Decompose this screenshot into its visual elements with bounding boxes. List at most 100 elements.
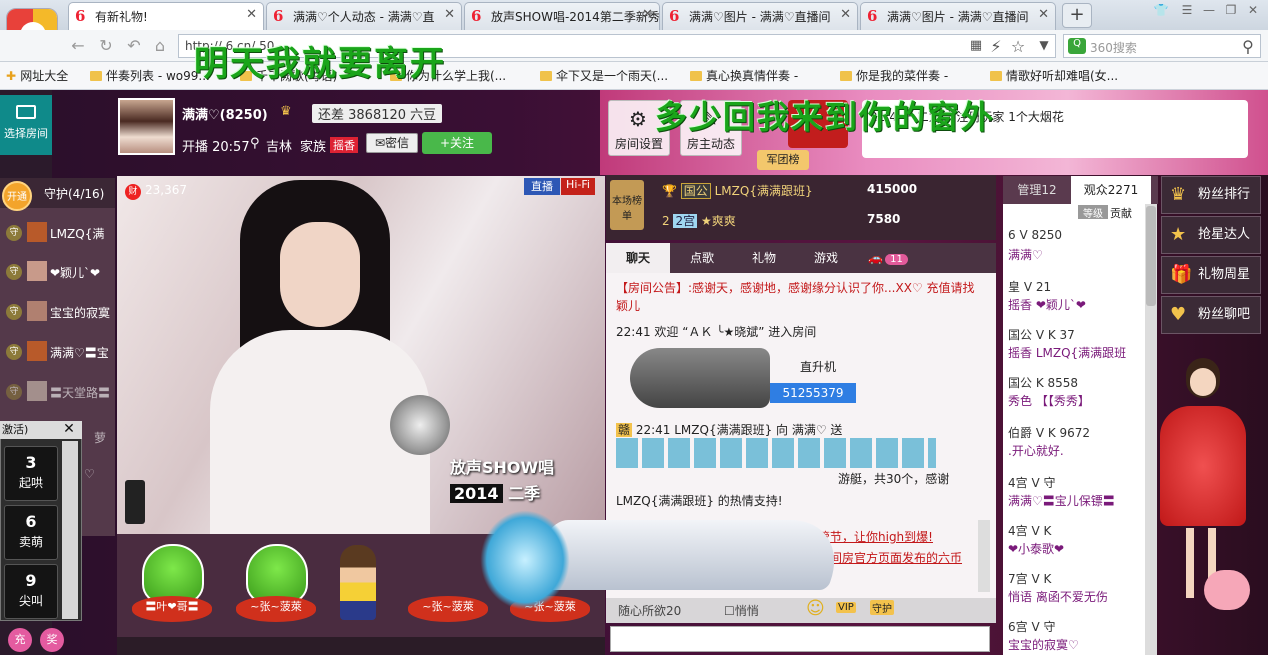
tab-show[interactable]: 6 放声SHOW唱-2014第二季新秀 ✕ [464,2,660,30]
cheer-button[interactable]: 3 起哄 [4,446,58,501]
tab-game[interactable]: 游戏 [794,243,858,273]
qr-icon[interactable]: ▦ [966,38,986,58]
guard-member[interactable]: 守满满♡〓宝 [0,335,115,369]
close-icon[interactable]: ✕ [642,7,653,22]
undo-icon[interactable]: ↶ [124,36,144,56]
army-rank-button[interactable]: 军团榜 [757,150,809,170]
follow-button[interactable]: +关注 [422,132,492,154]
guard-member[interactable]: 守〓天堂路〓 [0,375,115,409]
welcome-message: 22:41 欢迎 “ＡＫ ╰★晓斌” 进入房间 [616,325,817,339]
cartoon-boy-avatar[interactable] [340,545,376,620]
audience-row[interactable]: 4宫 V K ❤小泰歌❤ [1006,518,1142,566]
bookmark-item[interactable]: 你是我的菜伴奏 - [840,67,948,84]
fan-chat-button[interactable]: ♥ 粉丝聊吧 [1161,296,1261,334]
audience-row[interactable]: 6宫 V 守宝宝的寂寞♡ [1006,614,1142,655]
bookmark-item[interactable]: 伴奏列表 - wo99... [90,67,210,84]
tab-viewers[interactable]: 观众2271 [1071,176,1151,204]
charge-button[interactable]: 充 [8,628,32,652]
close-icon[interactable]: ✕ [246,7,257,22]
audience-row[interactable]: 7宫 V K 悄语 离函不爱无伤 [1006,566,1142,614]
audience-row[interactable]: 国公 K 8558 秀色 【【秀秀】 [1006,370,1142,418]
bookmark-item[interactable]: 伞下又是一个雨天(... [540,67,668,84]
dropdown-icon[interactable]: ▼ [1034,38,1054,58]
whisper-checkbox[interactable]: ☐悄悄 [724,602,759,619]
chat-scrollbar[interactable] [978,520,990,592]
mail-icon: ✉ [374,136,386,150]
new-tab-button[interactable]: + [1062,3,1092,28]
refresh-icon[interactable]: ↻ [96,36,116,56]
seat[interactable]: 〓叶❤哥〓 [132,544,212,624]
back-icon[interactable]: ← [68,36,88,56]
cute-button[interactable]: 6 卖萌 [4,505,58,560]
star-grabber-button[interactable]: ★ 抢星达人 [1161,216,1261,254]
chat-input[interactable] [610,626,990,652]
tab-car[interactable]: 🚗 11 [856,243,920,273]
scroll-thumb[interactable] [1146,206,1156,306]
target-select[interactable]: 随心所欲20 [618,602,681,619]
close-window-icon[interactable]: ✕ [1242,3,1264,19]
guard-member[interactable]: 守 ❤颖儿`❤ [0,255,115,289]
bolt-icon[interactable]: ⚡ [986,37,1006,57]
announcement: 【房间公告】:感谢天，感谢地，感谢缘分认识了你...XX♡ 充值请找颖儿 [616,281,975,313]
doll-face [1190,368,1216,396]
close-icon[interactable]: ✕ [840,7,851,22]
tab-new-gift[interactable]: 6 有新礼物! ✕ [68,2,264,30]
tab-photos-2[interactable]: 6 满满♡图片 - 满满♡直播间 ✕ [860,2,1056,30]
live-time: 开播 20:57 [182,140,250,155]
audience-row[interactable]: 6 V 8250 满满♡ [1006,224,1142,272]
guard-icon[interactable]: 守护 [870,600,894,615]
close-icon[interactable]: ✕ [1038,7,1049,22]
rank-row[interactable]: 🏆 国公 LMZQ{满满跟班} 415000 [662,182,917,199]
bookmark-item[interactable]: 情歌好听却难唱(女... [990,67,1118,84]
shield-icon: 守 [6,264,22,280]
audience-row[interactable]: 皇 V 21 摇香 ❤颖儿`❤ [1006,274,1142,322]
page-icon [90,71,102,81]
menu-icon[interactable]: ☰ [1176,3,1198,19]
audience-row[interactable]: 4宫 V 守满满♡〓宝儿保镖〓 [1006,470,1142,518]
plus-icon: ✚ [6,69,21,83]
anchor-avatar[interactable] [118,98,175,155]
tab-song[interactable]: 点歌 [670,243,734,273]
fan-rank-button[interactable]: ♛ 粉丝排行 [1161,176,1261,214]
star-icon[interactable]: ☆ [1008,37,1028,57]
maximize-icon[interactable]: ❐ [1220,3,1242,19]
family-tag[interactable]: 摇香 [330,137,358,153]
audience-row[interactable]: 伯爵 V K 9672 .开心就好. [1006,420,1142,468]
shirt-icon[interactable]: 👕 [1150,3,1172,19]
rank-row[interactable]: 2 2宫 ★爽爽 7580 [662,212,900,229]
open-guard-button[interactable]: 开通 [2,181,32,211]
rank-badge: 本场榜单 [610,180,644,230]
tab-admins[interactable]: 管理12 [1003,176,1071,204]
helicopter-id: 51255379 [770,383,856,403]
guard-member[interactable]: 守 LMZQ{满 [0,216,115,250]
audience-row[interactable]: 国公 V K 37 摇香 LMZQ{满满跟班 [1006,322,1142,370]
sort-contribution[interactable]: 贡献 [1110,205,1132,221]
bookmark-home[interactable]: ✚ 网址大全 [6,67,68,84]
bookmark-item[interactable]: 真心换真情伴奏 - [690,67,798,84]
scream-button[interactable]: 9 尖叫 [4,564,58,619]
award-button[interactable]: 奖 [40,628,64,652]
popup-scrollbar[interactable] [62,441,78,619]
vip-icon[interactable]: VIP [836,602,856,613]
tab-photos[interactable]: 6 满满♡图片 - 满满♡直播间 ✕ [662,2,858,30]
seat[interactable]: ~张~菠萊 [408,544,488,624]
choose-room-button[interactable]: 选择房间 [0,95,52,155]
emoji-icon[interactable]: ☺ [806,598,825,619]
close-icon[interactable]: ✕ [60,421,78,439]
secret-message-button[interactable]: ✉密信 [366,133,418,153]
fortune-icon: 财 [125,184,141,200]
sort-level[interactable]: 等级 [1078,205,1108,220]
tab-chat[interactable]: 聊天 [606,243,670,273]
search-input[interactable]: Q 360搜索 [1063,34,1261,58]
search-icon[interactable]: ⚲ [1238,37,1258,57]
gift-weekly-button[interactable]: 🎁 礼物周星 [1161,256,1261,294]
close-icon[interactable]: ✕ [444,7,455,22]
minimize-icon[interactable]: — [1198,3,1220,19]
seat[interactable]: ~张~菠萊 [236,544,316,624]
guard-member[interactable]: 守宝宝的寂寞 [0,295,115,329]
tab-feed[interactable]: 6 满满♡个人动态 - 满满♡直 ✕ [266,2,462,30]
home-icon[interactable]: ⌂ [150,36,170,56]
cartoon-doll [1150,350,1255,650]
tab-gift[interactable]: 礼物 [732,243,796,273]
mic-control-icon[interactable] [125,480,145,524]
